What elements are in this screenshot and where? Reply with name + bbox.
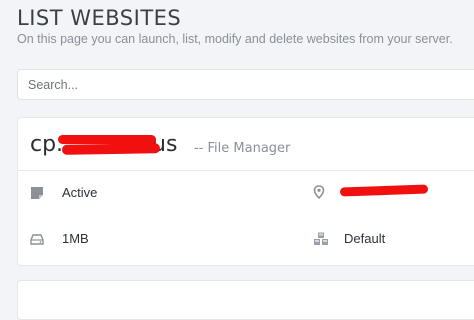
search-box[interactable] bbox=[17, 69, 474, 100]
domain-redaction-lower bbox=[61, 143, 161, 155]
location-pin-icon bbox=[313, 185, 325, 199]
cubes-icon bbox=[314, 232, 328, 245]
disk-usage-item: 1MB bbox=[30, 231, 89, 246]
website-card-header: cp. .us -- File Manager bbox=[18, 118, 474, 171]
package-item: Default bbox=[312, 231, 385, 246]
next-website-card bbox=[17, 280, 474, 320]
package-value: Default bbox=[344, 231, 386, 246]
status-label: Active bbox=[62, 185, 98, 200]
search-input[interactable] bbox=[18, 70, 474, 99]
file-manager-link[interactable]: -- File Manager bbox=[194, 141, 290, 156]
disk-usage-value: 1MB bbox=[62, 231, 89, 246]
page-description: On this page you can launch, list, modif… bbox=[17, 32, 453, 46]
ip-redaction bbox=[339, 183, 429, 197]
status-item: Active bbox=[30, 185, 97, 200]
ip-item bbox=[312, 183, 429, 199]
hard-drive-icon bbox=[30, 233, 44, 245]
website-card: cp. .us -- File Manager Active 1MB Defau… bbox=[17, 117, 474, 266]
page-title: LIST WEBSITES bbox=[17, 6, 182, 30]
note-icon bbox=[31, 186, 43, 199]
